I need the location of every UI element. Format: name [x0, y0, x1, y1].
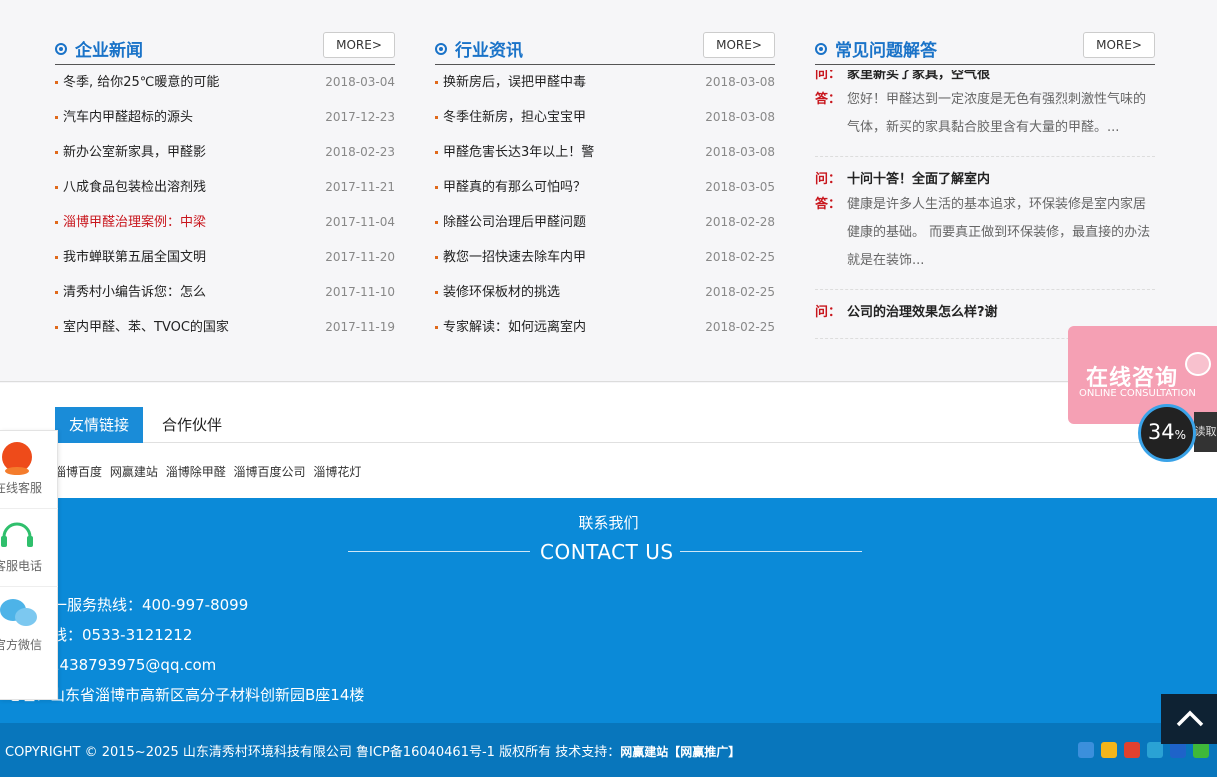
share-qzone-icon[interactable] — [1101, 742, 1117, 758]
links-section: 友情链接 合作伙伴 淄博百度 网赢建站 淄博除甲醛 淄博百度公司 淄博花灯 — [0, 383, 1217, 498]
list-item[interactable]: 甲醛真的有那么可怕吗？ 2018-03-05 — [435, 170, 775, 205]
divider-line — [348, 551, 530, 552]
faq-column: 常见问题解答 MORE> 问： 家里新买了家具，空气很 答： 您好！甲醛达到一定浓度… — [815, 32, 1155, 340]
bullet-icon — [55, 291, 58, 294]
industry-news-list: 换新房后，误把甲醛中毒 2018-03-08 冬季住新房，担心宝宝甲 2018-03… — [435, 65, 775, 345]
friend-link[interactable]: 淄博除甲醛 — [166, 465, 226, 479]
list-item[interactable]: 新办公室新家具，甲醛影 2018-02-23 — [55, 135, 395, 170]
online-service-button[interactable]: 在线客服 — [0, 431, 58, 509]
friend-link[interactable]: 淄博百度公司 — [234, 465, 306, 479]
list-item[interactable]: 清秀村小编告诉您：怎么 2017-11-10 — [55, 275, 395, 310]
tab-friend-links[interactable]: 友情链接 — [55, 407, 144, 443]
headset-icon — [1, 522, 33, 547]
back-to-top-button[interactable] — [1161, 694, 1217, 744]
company-news-more-button[interactable]: MORE> — [323, 32, 395, 58]
tech-support-link[interactable]: 网赢建站【网赢推广】 — [620, 745, 740, 759]
share-more-icon[interactable] — [1078, 742, 1094, 758]
left-float-panel: 在线客服 客服电话 官方微信 — [0, 430, 58, 700]
list-item[interactable]: 冬季, 给你25℃暖意的可能 2018-03-04 — [55, 65, 395, 100]
wechat-icon — [0, 599, 37, 626]
copyright-text: COPYRIGHT © 2015~2025 山东清秀村环境科技有限公司 鲁ICP… — [5, 745, 621, 760]
bullet-icon — [435, 256, 438, 259]
tab-partners[interactable]: 合作伙伴 — [148, 407, 236, 443]
bullet-icon — [435, 151, 438, 154]
footer-contact: 联系我们 CONTACT US 一服务热线：400-997-8099 线：053… — [0, 498, 1217, 723]
contact-title-cn: 联系我们 — [578, 514, 639, 532]
bullet-icon — [435, 116, 438, 119]
bullet-icon — [55, 116, 58, 119]
list-item[interactable]: 汽车内甲醛超标的源头 2017-12-23 — [55, 100, 395, 135]
copyright-bar: COPYRIGHT © 2015~2025 山东清秀村环境科技有限公司 鲁ICP… — [0, 723, 1217, 777]
list-item[interactable]: 专家解读：如何远离室内 2018-02-25 — [435, 310, 775, 345]
qq-penguin-icon — [2, 442, 32, 475]
share-icons — [1078, 742, 1209, 758]
list-item[interactable]: 装修环保板材的挑选 2018-02-25 — [435, 275, 775, 310]
faq-more-button[interactable]: MORE> — [1083, 32, 1155, 58]
bullet-icon — [435, 186, 438, 189]
list-item[interactable]: 换新房后，误把甲醛中毒 2018-03-08 — [435, 65, 775, 100]
wechat-button[interactable]: 官方微信 — [0, 587, 58, 665]
chevron-up-icon — [1176, 710, 1204, 727]
service-phone-button[interactable]: 客服电话 — [0, 509, 58, 587]
chat-bubble-icon — [1185, 352, 1211, 376]
faq-title: 常见问题解答 — [835, 41, 937, 61]
share-wechat-icon[interactable] — [1193, 742, 1209, 758]
news-section: 企业新闻 MORE> 冬季, 给你25℃暖意的可能 2018-03-04 汽车内甲… — [0, 0, 1217, 382]
faq-answer: 您好！甲醛达到一定浓度是无色有强烈刺激性气味的气体，新买的家具黏合胶里含有大量的… — [847, 92, 1147, 135]
friend-link-list: 淄博百度 网赢建站 淄博除甲醛 淄博百度公司 淄博花灯 — [54, 463, 365, 480]
bullet-icon — [55, 326, 58, 329]
faq-question[interactable]: 十问十答！全面了解室内 — [847, 172, 990, 187]
bullet-icon — [55, 186, 58, 189]
faq-question[interactable]: 公司的治理效果怎么样?谢 — [847, 305, 998, 320]
list-item[interactable]: 室内甲醛、苯、TVOC的国家 2017-11-19 — [55, 310, 395, 345]
faq-scroller: 问： 家里新买了家具，空气很 答： 您好！甲醛达到一定浓度是无色有强烈刺激性气味的气… — [815, 70, 1155, 340]
bullet-icon — [55, 221, 58, 224]
target-dot-icon — [815, 42, 827, 55]
company-news-header: 企业新闻 MORE> — [55, 32, 395, 65]
faq-header: 常见问题解答 MORE> — [815, 32, 1155, 65]
bullet-icon — [55, 81, 58, 84]
target-dot-icon — [435, 42, 447, 55]
contact-title-en: CONTACT US — [540, 540, 674, 564]
list-item[interactable]: 八成食品包装检出溶剂残 2017-11-21 — [55, 170, 395, 205]
industry-news-column: 行业资讯 MORE> 换新房后，误把甲醛中毒 2018-03-08 冬季住新房，担… — [435, 32, 775, 345]
faq-answer: 健康是许多人生活的基本追求，环保装修是室内家居健康的基础。 而要真正做到环保装修… — [847, 197, 1151, 268]
share-pinterest-icon[interactable] — [1147, 742, 1163, 758]
industry-news-more-button[interactable]: MORE> — [703, 32, 775, 58]
friend-link[interactable]: 淄博花灯 — [313, 465, 361, 479]
list-item[interactable]: 甲醛危害长达3年以上！警 2018-03-08 — [435, 135, 775, 170]
share-weibo-icon[interactable] — [1124, 742, 1140, 758]
list-item[interactable]: 冬季住新房，担心宝宝甲 2018-03-08 — [435, 100, 775, 135]
bullet-icon — [435, 221, 438, 224]
share-renren-icon[interactable] — [1170, 742, 1186, 758]
divider-line — [680, 551, 862, 552]
industry-news-header: 行业资讯 MORE> — [435, 32, 775, 65]
online-consultation-button[interactable]: 在线咨询 ONLINE CONSULTATION — [1068, 326, 1217, 424]
list-item[interactable]: 淄博甲醛治理案例：中梁 2017-11-04 — [55, 205, 395, 240]
faq-item[interactable]: 问： 十问十答！全面了解室内 答： 健康是许多人生活的基本追求，环保装修是室内家居健… — [815, 169, 1155, 290]
company-news-title: 企业新闻 — [75, 41, 143, 61]
faq-question[interactable]: 家里新买了家具，空气很 — [847, 70, 990, 82]
company-news-column: 企业新闻 MORE> 冬季, 给你25℃暖意的可能 2018-03-04 汽车内甲… — [55, 32, 395, 345]
industry-news-title: 行业资讯 — [455, 41, 523, 61]
list-item[interactable]: 我市蝉联第五届全国文明 2017-11-20 — [55, 240, 395, 275]
friend-link[interactable]: 淄博百度 — [54, 465, 102, 479]
bullet-icon — [435, 81, 438, 84]
friend-link[interactable]: 网赢建站 — [110, 465, 158, 479]
list-item[interactable]: 教您一招快速去除车内甲 2018-02-25 — [435, 240, 775, 275]
bullet-icon — [435, 291, 438, 294]
bullet-icon — [55, 151, 58, 154]
faq-item[interactable]: 问： 家里新买了家具，空气很 答： 您好！甲醛达到一定浓度是无色有强烈刺激性气味的气… — [815, 70, 1155, 157]
links-tabs: 友情链接 合作伙伴 — [55, 407, 1155, 443]
company-news-list: 冬季, 给你25℃暖意的可能 2018-03-04 汽车内甲醛超标的源头 2017-… — [55, 65, 395, 345]
reading-progress-badge: 34% — [1138, 404, 1196, 462]
bullet-icon — [435, 326, 438, 329]
target-dot-icon — [55, 42, 67, 55]
list-item[interactable]: 除醛公司治理后甲醛问题 2018-02-28 — [435, 205, 775, 240]
bullet-icon — [55, 256, 58, 259]
reading-label: 读取 — [1194, 412, 1217, 452]
